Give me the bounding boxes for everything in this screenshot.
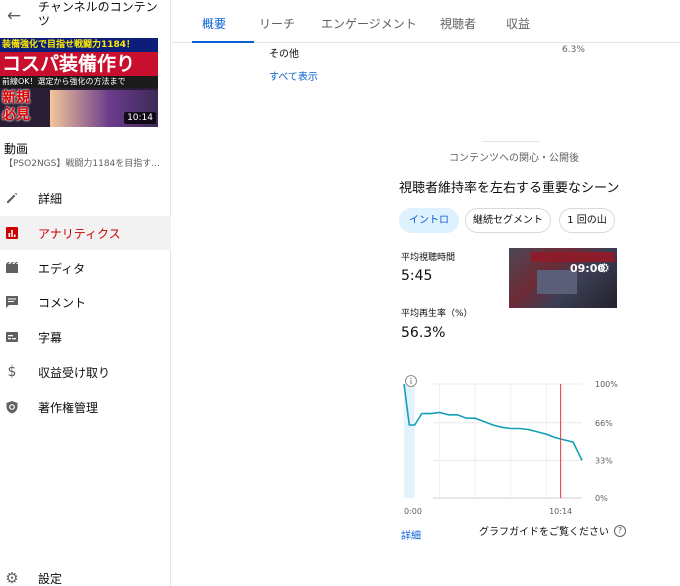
video-thumbnail[interactable]: 装備強化で目指せ戦闘力1184！ コスパ装備作り 前線OK！選定から強化の方法ま…: [0, 38, 158, 127]
x-axis-ticks: 0:00 10:14: [404, 507, 572, 516]
retention-card-title: 視聴者維持率を左右する重要なシーン: [399, 181, 620, 196]
avg-view-duration-label: 平均視聴時間: [401, 253, 456, 263]
avg-view-duration-value: 5:45: [401, 268, 433, 284]
graph-guide[interactable]: グラフガイドをご覧ください ?: [479, 523, 626, 538]
sidebar-item-label: コメント: [38, 295, 87, 310]
video-duration-badge: 10:14: [124, 112, 156, 124]
copyright-shield-icon: [5, 400, 19, 414]
y-axis-ticks: 100% 66% 33% 0%: [595, 380, 618, 503]
traffic-source-other-label: その他: [269, 49, 299, 60]
sidebar-item-comments[interactable]: コメント: [0, 285, 171, 319]
subtitles-icon: [5, 330, 19, 344]
sidebar-item-label: 収益受け取り: [38, 365, 111, 380]
back-arrow-icon[interactable]: ←: [4, 6, 24, 26]
sidebar-item-label: 設定: [38, 571, 63, 586]
scene-preview-thumbnail[interactable]: 09:00 ⚙: [509, 248, 617, 308]
x-tick-label: 0:00: [404, 507, 422, 516]
sidebar: ← チャンネルのコンテンツ 装備強化で目指せ戦闘力1184！ コスパ装備作り 前…: [0, 0, 171, 586]
chip-one-peak[interactable]: 1 回の山: [559, 208, 615, 233]
tab-audience[interactable]: 視聴者: [440, 15, 476, 32]
sidebar-item-copyright[interactable]: 著作権管理: [0, 390, 171, 424]
sidebar-item-monetization[interactable]: $ 収益受け取り: [0, 355, 171, 389]
sidebar-item-analytics[interactable]: アナリティクス: [0, 216, 171, 250]
y-tick-label: 100%: [595, 380, 618, 389]
section-divider: [482, 141, 540, 142]
analytics-tabs: 概要 リーチ エンゲージメント 視聴者 収益: [172, 0, 680, 43]
tab-overview[interactable]: 概要: [202, 15, 226, 32]
sidebar-item-label: エディタ: [38, 261, 86, 276]
retention-chart[interactable]: 100% 66% 33% 0% 0:00 10:14: [399, 372, 629, 522]
avg-percentage-viewed-value: 56.3%: [401, 325, 446, 341]
sidebar-item-label: 詳細: [38, 191, 63, 206]
pencil-icon: [5, 191, 19, 205]
y-tick-label: 0%: [595, 494, 608, 503]
analytics-icon: [5, 226, 19, 240]
thumbnail-caption-sub: 前線OK！選定から強化の方法まで: [0, 76, 158, 88]
sidebar-item-settings[interactable]: ⚙ 設定: [0, 561, 171, 586]
thumbnail-caption-top: 装備強化で目指せ戦闘力1184！: [0, 38, 158, 52]
dollar-icon: $: [7, 364, 17, 380]
sidebar-item-label: 字幕: [38, 330, 63, 345]
sidebar-item-editor[interactable]: エディタ: [0, 251, 171, 285]
thumbnail-badge: 新規必見: [2, 90, 30, 123]
video-heading: 動画: [4, 142, 29, 156]
graph-guide-text: グラフガイドをご覧ください: [479, 527, 609, 538]
y-tick-label: 33%: [595, 456, 613, 465]
sidebar-item-details[interactable]: 詳細: [0, 181, 171, 215]
help-icon: ?: [614, 524, 626, 537]
chart-grid: [433, 383, 582, 499]
gear-icon: ⚙: [599, 261, 610, 275]
info-icon[interactable]: [405, 375, 417, 387]
show-all-link[interactable]: すべて表示: [269, 68, 318, 83]
active-tab-indicator: [192, 41, 254, 43]
sidebar-item-label: アナリティクス: [38, 226, 121, 241]
retention-line: [403, 383, 583, 461]
x-tick-label: 10:14: [549, 507, 572, 516]
sidebar-title: チャンネルのコンテンツ: [38, 0, 158, 28]
video-title: 【PSO2NGS】戦闘力1184を目指す...: [4, 159, 160, 169]
section-label: コンテンツへの関心・公開後: [449, 153, 579, 164]
tab-reach[interactable]: リーチ: [259, 15, 295, 32]
tab-revenue[interactable]: 収益: [506, 15, 530, 32]
sidebar-item-label: 著作権管理: [38, 400, 99, 415]
traffic-source-other-value: 6.3%: [562, 45, 585, 55]
comment-icon: [5, 295, 19, 309]
details-link[interactable]: 詳細: [401, 527, 421, 542]
thumbnail-caption-main: コスパ装備作り: [0, 52, 158, 76]
gear-icon: ⚙: [5, 569, 19, 586]
chip-intro[interactable]: イントロ: [399, 208, 459, 233]
film-icon: [5, 261, 19, 275]
sidebar-item-subtitles[interactable]: 字幕: [0, 320, 171, 354]
avg-percentage-viewed-label: 平均再生率（%）: [401, 309, 473, 319]
chip-continuous-segment[interactable]: 継続セグメント: [465, 208, 551, 233]
y-tick-label: 66%: [595, 419, 613, 428]
tab-engagement[interactable]: エンゲージメント: [321, 15, 417, 32]
